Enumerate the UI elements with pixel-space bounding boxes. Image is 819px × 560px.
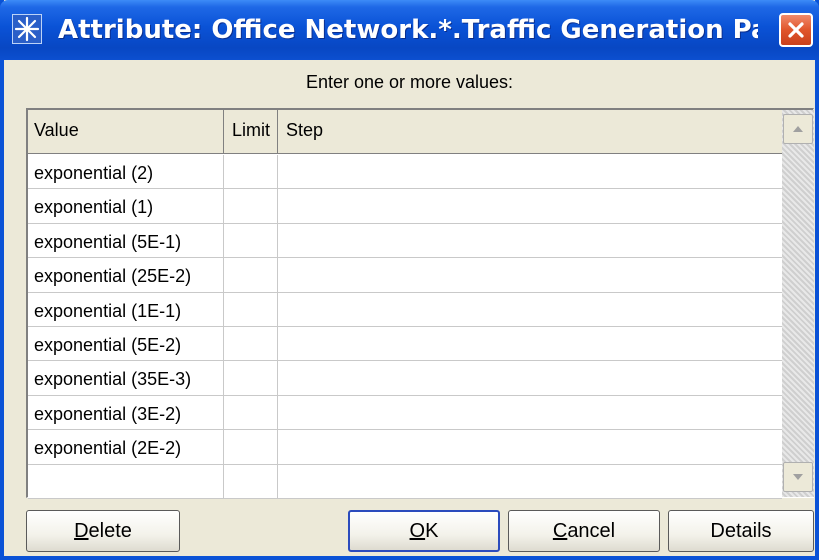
limit-cell[interactable] [224,326,278,361]
title-bar[interactable]: Attribute: Office Network.*.Traffic Gene… [0,0,819,60]
column-header-step[interactable]: Step [278,110,784,153]
delete-label: elete [88,519,132,542]
step-cell[interactable] [278,224,782,257]
value-cell[interactable]: exponential (1E-1) [28,292,224,326]
scroll-up-button[interactable] [783,114,813,144]
values-table[interactable]: Value Limit Step exponential (2) exponen… [26,108,814,499]
value-cell[interactable]: exponential (2E-2) [28,430,224,464]
value-cell[interactable]: exponential (1) [28,189,224,223]
table-row[interactable]: exponential (5E-2) [28,326,782,362]
table-row[interactable]: exponential (1) [28,189,782,224]
table-row-empty[interactable] [28,464,782,499]
close-icon [788,22,804,38]
close-button[interactable] [779,13,813,47]
step-cell[interactable] [278,430,782,463]
scroll-down-button[interactable] [783,462,813,492]
table-row[interactable]: exponential (5E-1) [28,223,782,259]
table-body: exponential (2) exponential (1) exponent… [28,155,782,499]
limit-cell[interactable] [224,464,278,498]
limit-cell[interactable] [224,189,278,223]
cancel-access-key: C [552,519,568,542]
table-row[interactable]: exponential (1E-1) [28,292,782,327]
table-row[interactable]: exponential (2E-2) [28,430,782,465]
limit-cell[interactable] [224,258,278,292]
step-cell[interactable] [278,361,782,394]
table-row[interactable]: exponential (35E-3) [28,361,782,396]
step-cell[interactable] [278,465,782,498]
value-cell[interactable]: exponential (5E-1) [28,223,224,258]
cancel-label: ancel [567,519,616,542]
table-header: Value Limit Step [28,110,784,154]
limit-cell[interactable] [224,292,278,326]
step-cell[interactable] [278,258,782,291]
limit-cell[interactable] [224,155,278,189]
column-header-value[interactable]: Value [28,110,224,153]
star-burst-icon [12,14,42,44]
column-header-limit[interactable]: Limit [224,110,278,153]
step-cell[interactable] [278,396,782,429]
delete-access-key: D [74,519,89,542]
ok-button[interactable]: OK [348,510,500,552]
table-row[interactable]: exponential (2) [28,155,782,190]
limit-cell[interactable] [224,430,278,464]
limit-cell[interactable] [224,223,278,258]
window-title: Attribute: Office Network.*.Traffic Gene… [58,15,758,45]
details-button[interactable]: Details [668,510,814,552]
value-cell[interactable]: exponential (5E-2) [28,326,224,361]
arrow-up-icon [793,126,803,132]
value-cell[interactable]: exponential (2) [28,155,224,189]
table-row[interactable]: exponential (25E-2) [28,258,782,293]
value-cell[interactable]: exponential (25E-2) [28,258,224,292]
step-cell[interactable] [278,155,782,188]
arrow-down-icon [793,474,803,480]
attribute-dialog: Attribute: Office Network.*.Traffic Gene… [0,0,819,560]
value-cell[interactable] [28,464,224,498]
vertical-scrollbar[interactable] [782,110,814,497]
delete-button[interactable]: Delete [26,510,180,552]
instruction-label: Enter one or more values: [305,72,514,92]
limit-cell[interactable] [224,395,278,430]
cancel-button[interactable]: Cancel [508,510,660,552]
value-cell[interactable]: exponential (35E-3) [28,361,224,395]
table-row[interactable]: exponential (3E-2) [28,395,782,431]
step-cell[interactable] [278,293,782,326]
limit-cell[interactable] [224,361,278,395]
step-cell[interactable] [278,189,782,222]
step-cell[interactable] [278,327,782,360]
value-cell[interactable]: exponential (3E-2) [28,395,224,430]
ok-access-key: O [409,519,426,542]
ok-label: K [425,519,439,542]
